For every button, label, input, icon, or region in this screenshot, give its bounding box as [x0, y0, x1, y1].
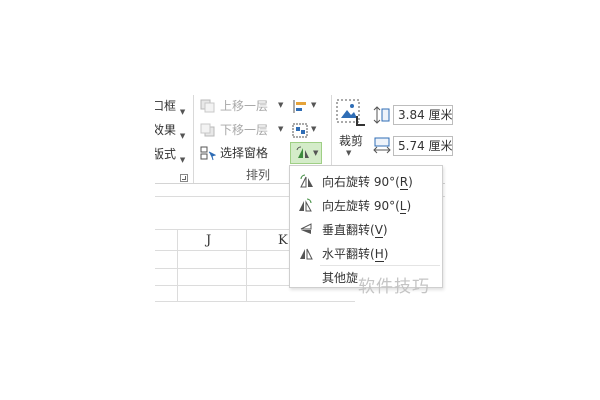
flip-horizontal-label: 水平翻转 — [322, 247, 371, 261]
chevron-down-icon: ▼ — [346, 149, 352, 157]
grid-line — [246, 229, 247, 301]
flip-horizontal-icon — [300, 248, 313, 260]
chevron-down-icon: ▼ — [313, 149, 319, 157]
chevron-down-icon: ▼ — [311, 125, 317, 133]
chevron-down-icon: ▼ — [278, 101, 284, 109]
rotate-right-icon — [300, 174, 313, 188]
more-rotation-options-label: 其他旋 — [322, 271, 359, 285]
shape-height-icon — [373, 106, 390, 124]
rotate-left-label: 向左旋转 90° — [322, 199, 396, 213]
grid-line — [155, 268, 290, 269]
rotate-right-key: R — [399, 175, 409, 190]
rotate-left-key: L — [399, 199, 407, 214]
grid-line — [177, 229, 178, 301]
crop-button[interactable]: 裁剪 ▼ — [335, 98, 367, 157]
column-header-j[interactable]: J — [206, 233, 211, 248]
chevron-down-icon: ▼ — [179, 156, 186, 164]
grid-line — [155, 250, 290, 251]
watermark-text: 软件技巧 — [358, 277, 430, 297]
flip-vertical-icon — [300, 223, 312, 234]
selection-pane-button[interactable]: 选择窗格 — [200, 145, 280, 163]
bring-forward-button[interactable]: 上移一层 ▼ — [200, 98, 284, 116]
shape-width-value: 5.74 厘米 — [398, 139, 453, 153]
picture-effects-label: 效果 — [155, 123, 176, 137]
selection-pane-icon — [200, 146, 216, 161]
rotate-right-90-item[interactable]: 向右旋转 90°(R) — [290, 170, 442, 192]
chevron-down-icon: ▼ — [179, 108, 186, 116]
column-header-k[interactable]: K — [278, 233, 288, 248]
shape-width-input[interactable]: 5.74 厘米 — [393, 136, 453, 156]
chevron-down-icon: ▼ — [311, 101, 317, 109]
rotate-button[interactable]: ▼ — [290, 142, 322, 164]
grid-line — [155, 229, 290, 230]
bring-forward-label: 上移一层 — [220, 99, 269, 113]
rotate-dropdown-menu: 向右旋转 90°(R) 向左旋转 90°(L) 垂直翻转(V) 水平翻转(H) … — [289, 165, 443, 288]
shape-width-icon — [373, 137, 391, 154]
group-objects-button[interactable]: ▼ — [292, 122, 320, 140]
flip-vertical-key: V — [374, 223, 383, 238]
group-objects-icon — [292, 123, 308, 138]
grid-line — [155, 285, 290, 286]
picture-effects-partial[interactable]: 效果 ▼ — [155, 122, 185, 144]
rotate-right-label: 向右旋转 90° — [322, 175, 396, 189]
rotate-left-90-item[interactable]: 向左旋转 90°(L) — [290, 194, 442, 216]
selection-pane-label: 选择窗格 — [220, 146, 269, 160]
chevron-down-icon: ▼ — [278, 125, 284, 133]
flip-horizontal-key: H — [374, 247, 384, 262]
chevron-down-icon: ▼ — [179, 132, 186, 140]
rotate-left-icon — [299, 198, 312, 212]
send-backward-button[interactable]: 下移一层 ▼ — [200, 122, 284, 140]
send-backward-icon — [200, 123, 215, 137]
flip-horizontal-item[interactable]: 水平翻转(H) — [290, 242, 442, 264]
picture-layout-label: 版式 — [155, 147, 176, 161]
send-backward-label: 下移一层 — [220, 123, 269, 137]
grid-line — [155, 301, 355, 302]
align-button[interactable]: ▼ — [292, 98, 320, 116]
shape-height-input[interactable]: 3.84 厘米 — [393, 105, 453, 125]
bring-forward-icon — [200, 99, 215, 113]
dialog-launcher-icon[interactable] — [180, 174, 188, 182]
shape-height-value: 3.84 厘米 — [398, 108, 453, 122]
align-icon — [293, 100, 306, 113]
flip-vertical-label: 垂直翻转 — [322, 223, 371, 237]
picture-border-label: 口框 — [155, 99, 176, 113]
group-separator — [193, 95, 194, 183]
crop-icon — [336, 99, 365, 126]
flip-vertical-item[interactable]: 垂直翻转(V) — [290, 218, 442, 240]
arrange-group-label: 排列 — [246, 168, 271, 182]
picture-border-partial[interactable]: 口框 ▼ — [155, 98, 185, 120]
crop-label: 裁剪 — [339, 134, 364, 148]
picture-layout-partial[interactable]: 版式 ▼ — [155, 146, 185, 168]
rotate-icon — [296, 146, 309, 158]
